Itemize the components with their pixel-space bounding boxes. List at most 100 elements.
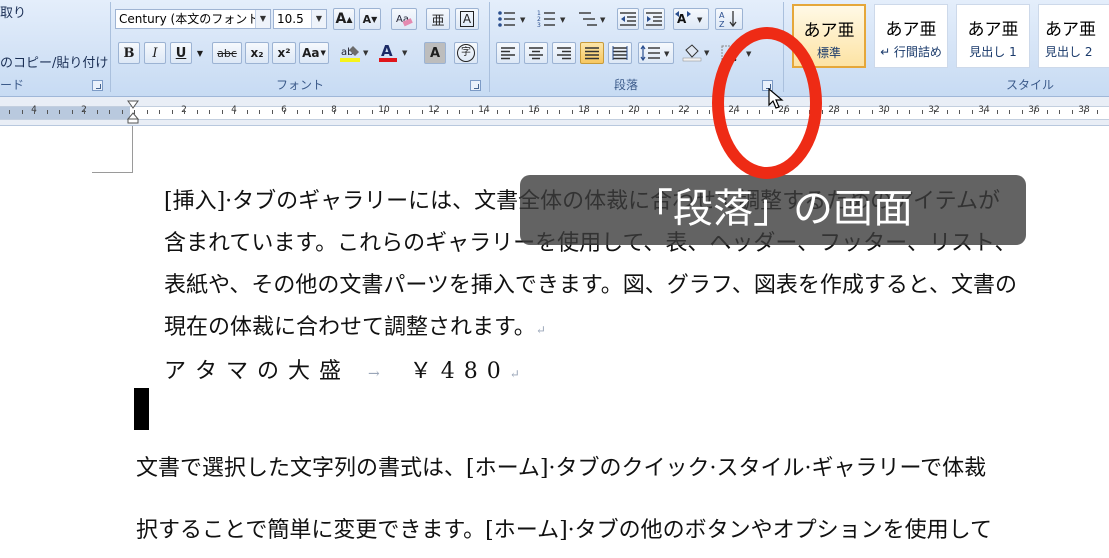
paragraph-mark-icon: ↵	[509, 367, 520, 381]
tab-arrow-icon: →	[368, 366, 380, 382]
ruler-tick	[422, 110, 423, 114]
superscript-button[interactable]: x²	[272, 42, 296, 64]
ruler-tick	[309, 110, 310, 114]
ruler-tick	[347, 110, 348, 114]
ruler-tick	[47, 110, 48, 114]
ruler-tick	[72, 110, 73, 114]
font-name-combo[interactable]: Century (本文のフォント ▼	[115, 9, 271, 29]
enclose-chars-button[interactable]: 字	[454, 42, 478, 64]
svg-text:▼: ▼	[560, 16, 566, 24]
ruler-tick	[872, 110, 873, 114]
char-shading-button[interactable]: A	[424, 42, 446, 64]
font-group-caption: フォント	[275, 78, 324, 92]
ruler-tick	[34, 110, 35, 114]
sort-button[interactable]: AZ	[715, 8, 743, 30]
ruler-tick	[859, 110, 860, 114]
strikethrough-button[interactable]: abc	[212, 42, 242, 64]
align-right-button[interactable]	[552, 42, 576, 64]
grow-font-button[interactable]: A ▲	[333, 8, 355, 30]
crop-mark	[132, 126, 133, 172]
style-heading-1[interactable]: あア亜 見出し 1	[956, 4, 1030, 68]
ruler-tick	[1072, 110, 1073, 114]
ruler-tick	[834, 110, 835, 114]
svg-text:A: A	[719, 11, 725, 20]
justify-button[interactable]	[580, 42, 604, 64]
shrink-font-icon: A	[362, 12, 372, 26]
align-center-button[interactable]	[524, 42, 548, 64]
mouse-pointer-icon	[768, 88, 784, 109]
ruler-tick	[297, 110, 298, 114]
change-case-button[interactable]: Aa ▼	[299, 42, 329, 64]
decrease-indent-button[interactable]	[617, 8, 639, 30]
ruler-tick	[322, 110, 323, 114]
ruler-tick	[459, 110, 460, 114]
ruler-tick	[1097, 110, 1098, 114]
numbering-button[interactable]: 1 2 3 ▼	[536, 8, 572, 30]
font-color-button[interactable]: A ▼	[376, 42, 414, 64]
align-center-icon	[529, 47, 543, 60]
font-dialog-launcher[interactable]	[470, 80, 481, 91]
chevron-down-icon[interactable]: ▼	[311, 10, 326, 28]
font-name-value: Century (本文のフォント	[119, 12, 260, 26]
ruler-tick	[584, 110, 585, 114]
char-scaling-button[interactable]: A ▼	[673, 8, 709, 30]
ruler-tick	[622, 110, 623, 114]
highlighter-icon: ab ▼	[340, 46, 369, 62]
chevron-down-icon[interactable]: ▼	[255, 10, 270, 28]
style-label: ↵ 行間詰め	[880, 45, 942, 59]
style-heading-2[interactable]: あア亜 見出し 2	[1038, 4, 1109, 68]
ruler-tick	[634, 110, 635, 114]
cut-button[interactable]: 取り	[0, 2, 26, 21]
ruler-tick	[1084, 110, 1085, 114]
font-color-icon: A ▼	[379, 43, 408, 62]
svg-text:▼: ▼	[664, 50, 670, 58]
ruler-tick	[647, 110, 648, 114]
multilevel-list-button[interactable]: ▼	[576, 8, 612, 30]
italic-button[interactable]: I	[144, 42, 166, 64]
svg-text:▼: ▼	[520, 16, 526, 24]
ruler-tick	[384, 110, 385, 114]
ruler-tick	[147, 110, 148, 114]
subscript-button[interactable]: x₂	[245, 42, 269, 64]
ruler-tick	[522, 110, 523, 114]
indent-marker-icon[interactable]	[127, 100, 139, 124]
horizontal-ruler[interactable]: 422468101214161820222426283032343638	[0, 97, 1109, 126]
svg-text:▼: ▼	[402, 49, 408, 57]
underline-dropdown-chevron-down-icon[interactable]: ▼	[194, 42, 206, 64]
paragraph-mark-icon: ↵	[535, 323, 546, 337]
ruler-strip: 422468101214161820222426283032343638	[0, 105, 1109, 120]
svg-text:▼: ▼	[363, 49, 369, 57]
bold-button[interactable]: B	[118, 42, 140, 64]
ruler-tick	[172, 110, 173, 114]
line-spacing-button[interactable]: ▼	[638, 42, 674, 64]
ruler-tick	[184, 110, 185, 114]
phonetic-guide-button[interactable]: 亜	[426, 8, 450, 30]
char-border-button[interactable]: A	[455, 8, 479, 30]
ruler-tick	[997, 110, 998, 114]
body-para2-line-2: 択することで簡単に変更できます。[ホーム]·タブの他のボタンやオプションを使用し…	[136, 518, 992, 543]
bullets-button[interactable]: ▼	[496, 8, 532, 30]
ruler-tick	[672, 110, 673, 114]
paint-bucket-icon: ▼	[682, 44, 710, 62]
underline-button[interactable]: U	[170, 42, 192, 64]
phonetic-guide-icon: 亜	[431, 13, 445, 29]
shrink-font-button[interactable]: A ▼	[359, 8, 381, 30]
ruler-tick	[397, 110, 398, 114]
align-left-button[interactable]	[496, 42, 520, 64]
font-size-value: 10.5	[277, 12, 304, 26]
clipboard-dialog-launcher[interactable]	[92, 80, 103, 91]
style-no-spacing[interactable]: あア亜 ↵ 行間詰め	[874, 4, 948, 68]
ruler-tick	[709, 110, 710, 114]
shading-button[interactable]: ▼	[680, 42, 714, 64]
ruler-tick	[534, 110, 535, 114]
clear-format-button[interactable]: Aa	[391, 8, 417, 30]
selected-paragraph-mark[interactable]	[134, 388, 149, 430]
highlight-color-button[interactable]: ab ▼	[337, 42, 371, 64]
format-painter-button[interactable]: のコピー/貼り付け	[0, 52, 108, 71]
font-size-combo[interactable]: 10.5 ▼	[273, 9, 327, 29]
svg-text:Z: Z	[719, 20, 725, 28]
ruler-tick	[22, 110, 23, 114]
distributed-button[interactable]	[608, 42, 632, 64]
change-case-label: Aa	[302, 46, 320, 60]
increase-indent-button[interactable]	[643, 8, 665, 30]
